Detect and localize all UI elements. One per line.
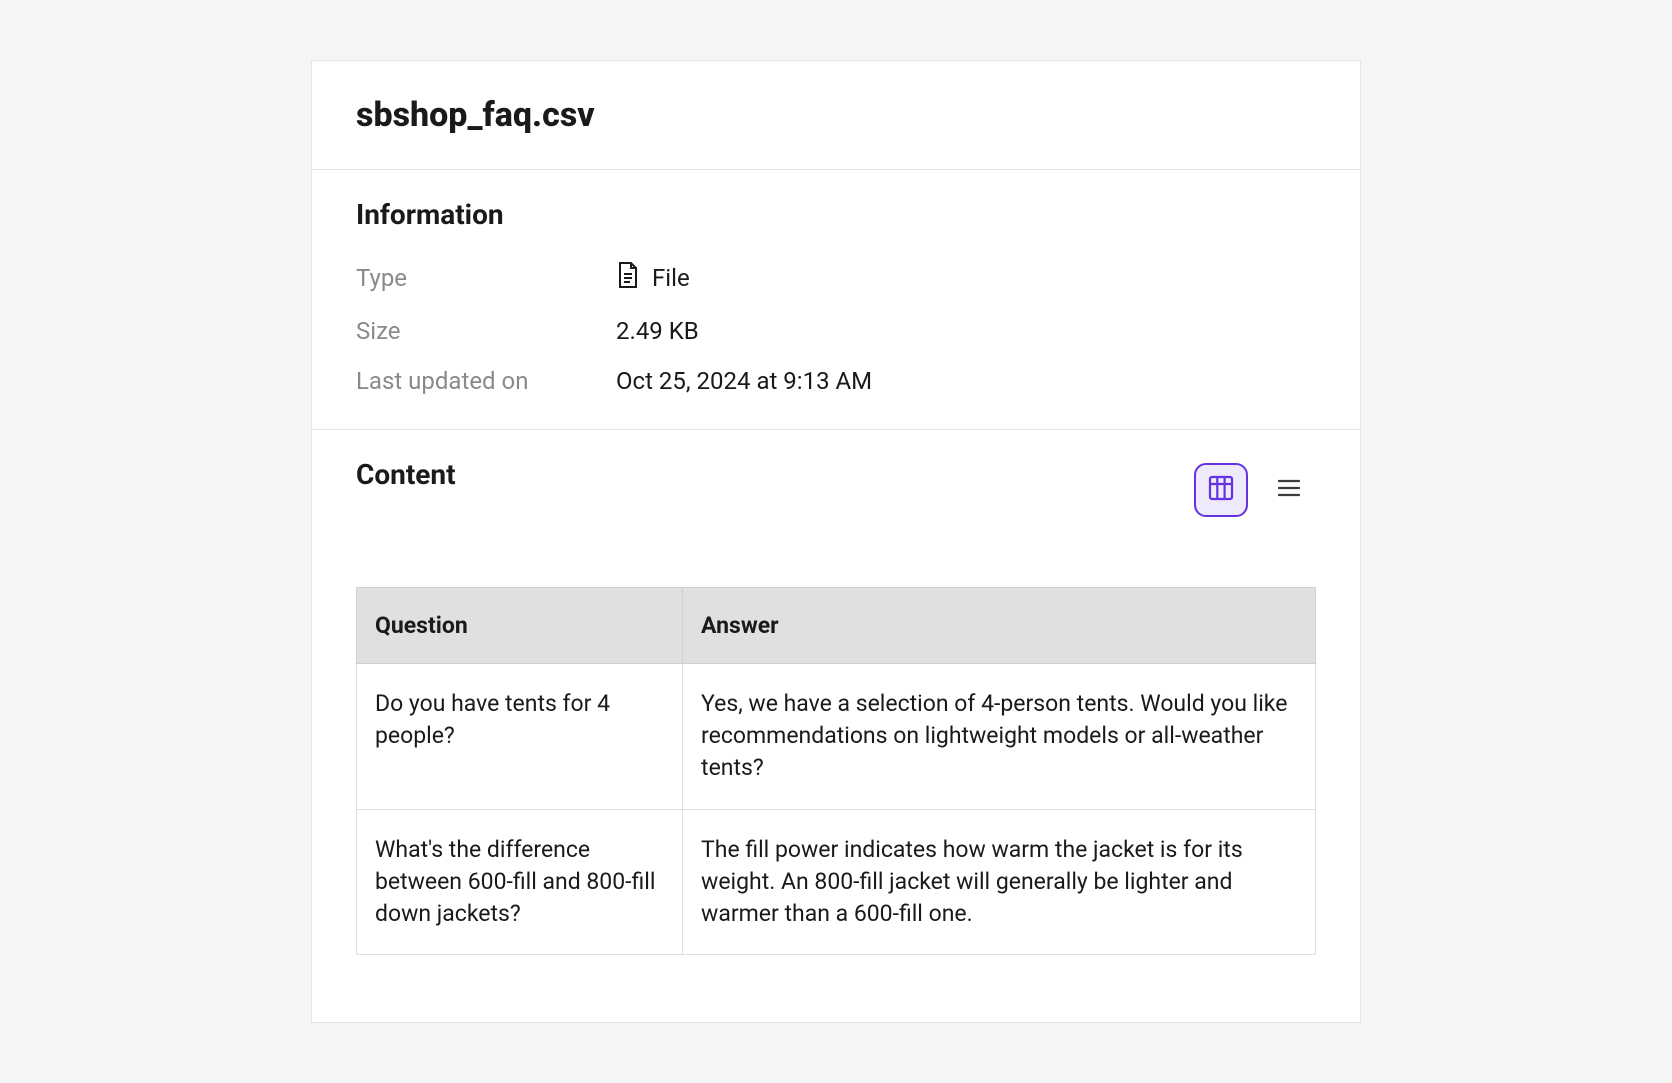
updated-value: Oct 25, 2024 at 9:13 AM [616,367,872,395]
type-value: File [616,261,690,295]
size-value: 2.49 KB [616,317,699,345]
information-section: Information Type File Size 2.49 KB [312,170,1360,430]
information-heading: Information [356,198,1316,231]
table-header-row: Question Answer [357,588,1316,664]
grid-icon [1207,474,1235,505]
file-detail-panel: sbshop_faq.csv Information Type File [311,60,1361,1023]
cell-answer: Yes, we have a selection of 4-person ten… [683,664,1316,810]
column-header-question: Question [357,588,683,664]
table-row: What's the difference between 600-fill a… [357,809,1316,955]
content-heading: Content [356,458,456,491]
cell-question: What's the difference between 600-fill a… [357,809,683,955]
size-label: Size [356,317,616,345]
updated-field: Last updated on Oct 25, 2024 at 9:13 AM [356,367,1316,395]
content-header-row: Content [356,458,1316,521]
file-title: sbshop_faq.csv [356,95,1316,135]
type-label: Type [356,264,616,292]
type-field: Type File [356,261,1316,295]
size-field: Size 2.49 KB [356,317,1316,345]
content-section: Content [312,430,1360,999]
type-value-text: File [652,264,690,292]
faq-table: Question Answer Do you have tents for 4 … [356,587,1316,955]
cell-question: Do you have tents for 4 people? [357,664,683,810]
column-header-answer: Answer [683,588,1316,664]
file-header: sbshop_faq.csv [312,61,1360,170]
table-view-button[interactable] [1194,463,1248,517]
table-row: Do you have tents for 4 people? Yes, we … [357,664,1316,810]
list-view-button[interactable] [1262,463,1316,517]
list-icon [1276,475,1302,504]
file-icon [616,261,640,295]
cell-answer: The fill power indicates how warm the ja… [683,809,1316,955]
updated-label: Last updated on [356,367,616,395]
view-controls [1194,463,1316,517]
